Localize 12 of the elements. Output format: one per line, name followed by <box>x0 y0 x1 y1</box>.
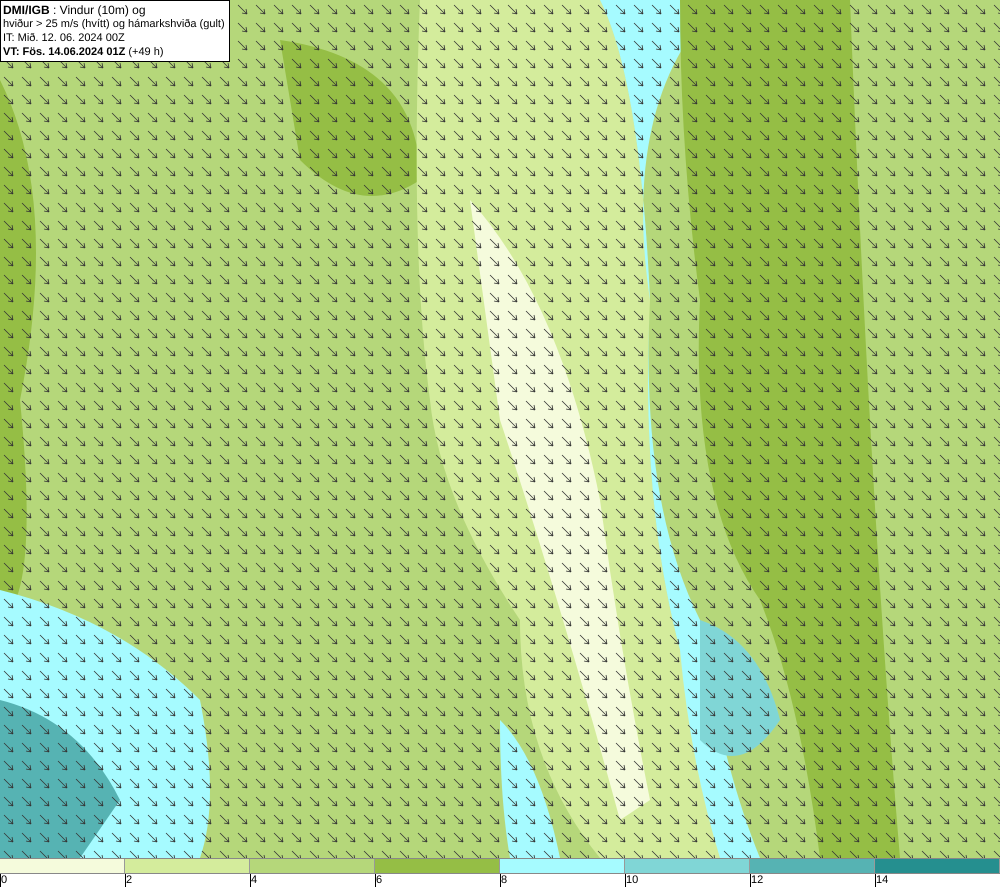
scale-label: 12 <box>751 874 764 887</box>
scale-label: 10 <box>626 874 638 887</box>
scale-label: 0 <box>1 874 8 887</box>
title-line: DMI/IGB : Vindur (10m) og <box>3 3 146 17</box>
scale-label: 14 <box>876 874 888 887</box>
scale-label: 2 <box>126 874 132 887</box>
scale-label: 6 <box>376 874 382 887</box>
scale-label: 4 <box>251 874 258 887</box>
title-line: hviður > 25 m/s (hvítt) og hámarkshviða (gult) <box>3 17 225 31</box>
title-line: VT: Fös. 14.06.2024 01Z (+49 h) <box>3 45 165 59</box>
scale-label: 8 <box>501 874 508 887</box>
title-line: IT: Mið. 12. 06. 2024 00Z <box>3 31 126 45</box>
